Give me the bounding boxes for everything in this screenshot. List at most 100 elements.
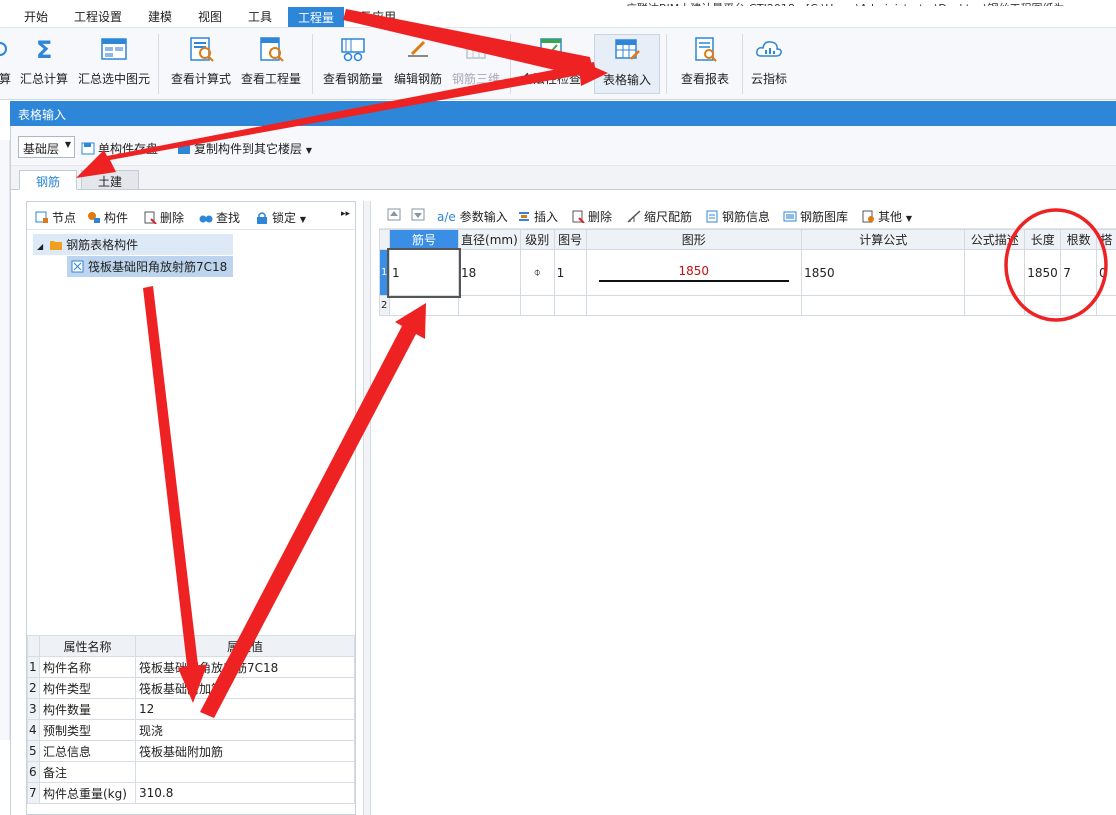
cloud-index-button[interactable]: 云指标 (748, 34, 790, 94)
grid-cell-bar-no[interactable]: 1 (387, 247, 461, 298)
edit-rebar-button[interactable]: 编辑钢筋 (390, 34, 446, 94)
prop-row[interactable]: 7 构件总重量(kg) 310.8 (27, 782, 355, 804)
tree-root[interactable]: ◢ 钢筋表格构件 (33, 234, 233, 255)
grid-row[interactable]: 1 1 18 ⌽ 1 1850 1850 1850 7 0 (379, 247, 1116, 298)
grid-row[interactable]: 2 (379, 295, 1116, 316)
panel-splitter[interactable] (363, 201, 371, 815)
grid-cell-grade[interactable] (519, 295, 555, 316)
prop-row[interactable]: 6 备注 (27, 761, 355, 783)
rebar-info-button[interactable]: 钢筋信息 (705, 208, 770, 225)
grid-cell-desc[interactable] (964, 295, 1026, 316)
prop-value[interactable]: 筏板基础附加筋 (135, 740, 355, 762)
grid-cell-desc[interactable] (964, 249, 1026, 296)
grid-cell-fig-no[interactable] (553, 295, 587, 316)
arrow-up-icon (387, 208, 401, 221)
grid-row-number[interactable]: 1 (379, 249, 390, 296)
insert-row-button[interactable]: 插入 (517, 208, 558, 225)
grid-column-header[interactable]: 公式描述 (964, 229, 1026, 250)
grid-column-header[interactable]: 直径(mm) (458, 229, 521, 250)
grid-column-header[interactable]: 图形 (585, 229, 803, 250)
grid-cell-extra[interactable]: 0 (1096, 249, 1116, 296)
grid-cell-count[interactable] (1060, 295, 1098, 316)
prop-header-value: 属性值 (135, 635, 355, 657)
menu-tab-tools[interactable]: 工具 (248, 8, 272, 25)
report-button[interactable]: 查看报表 (674, 34, 736, 94)
view-rebar-label: 查看钢筋量 (322, 72, 383, 86)
grid-column-header[interactable]: 图号 (553, 229, 587, 250)
grid-column-header[interactable]: 级别 (519, 229, 555, 250)
view-formula-button[interactable]: 查看计算式 (168, 34, 234, 94)
prop-row[interactable]: 2 构件类型 筏板基础附加筋 (27, 677, 355, 699)
table-input-button[interactable]: 表格输入 (594, 34, 660, 94)
scale-rebar-label: 缩尺配筋 (644, 210, 693, 224)
summary-calc-button[interactable]: Σ 汇总计算 (18, 34, 70, 94)
prop-value[interactable]: 筏板基础附加筋 (135, 677, 355, 699)
grid-cell-formula[interactable]: 1850 (801, 249, 966, 296)
prop-row[interactable]: 4 预制类型 现浇 (27, 719, 355, 741)
prop-value[interactable]: 筏板基础阳角放射筋7C18 (135, 656, 355, 678)
copy-to-floor-button[interactable]: 复制构件到其它楼层 ▼ (177, 140, 312, 157)
rebar-library-button[interactable]: 钢筋图库 (783, 208, 848, 225)
grid-cell-extra[interactable] (1096, 295, 1116, 316)
prop-row[interactable]: 1 构件名称 筏板基础阳角放射筋7C18 (27, 656, 355, 678)
menu-tab-view[interactable]: 视图 (198, 8, 222, 25)
tab-rebar[interactable]: 钢筋 (19, 170, 78, 190)
grid-cell-grade[interactable]: ⌽ (519, 249, 555, 296)
prop-row[interactable]: 5 汇总信息 筏板基础附加筋 (27, 740, 355, 762)
other-menu-button[interactable]: 其他 ▼ (861, 208, 912, 225)
grid-row-number[interactable]: 2 (379, 295, 390, 316)
legality-check-button[interactable]: 合法性检查 (518, 34, 584, 94)
grid-cell-count[interactable]: 7 (1060, 249, 1098, 296)
view-rebar-button[interactable]: 查看钢筋量 (320, 34, 386, 94)
grid-cell-dia[interactable] (458, 295, 521, 316)
grid-column-header[interactable]: 筋号 (388, 229, 460, 250)
scale-rebar-button[interactable]: 缩尺配筋 (627, 208, 692, 225)
prop-row[interactable]: 3 构件数量 12 (27, 698, 355, 720)
menu-tab-project-settings[interactable]: 工程设置 (74, 8, 122, 25)
move-down-button[interactable] (411, 208, 428, 222)
move-up-button[interactable] (387, 208, 404, 222)
expand-icon[interactable]: ▸▸ (341, 209, 350, 219)
grid-cell-formula[interactable] (801, 295, 966, 316)
prop-value[interactable] (135, 761, 355, 783)
tree-item-component[interactable]: 筏板基础阳角放射筋7C18 (67, 256, 233, 277)
grid-cell-fig-no[interactable]: 1 (553, 249, 587, 296)
node-button[interactable]: 节点 (35, 209, 76, 226)
grid-column-header[interactable]: 计算公式 (801, 229, 966, 250)
grid-cell-dia[interactable]: 18 (458, 249, 521, 296)
menu-tab-modeling[interactable]: 建模 (148, 8, 172, 25)
rebar-3d-button[interactable]: 钢筋三维 (448, 34, 504, 94)
param-input-button[interactable]: a/e 参数输入 (437, 208, 508, 225)
dialog-title[interactable]: 表格输入 (10, 101, 1116, 126)
save-single-button[interactable]: 单构件存盘 (81, 140, 158, 157)
calc-button[interactable]: 算 (0, 34, 14, 94)
grid-cell-shape[interactable]: 1850 (585, 249, 803, 296)
grid-column-header[interactable]: 根数 (1060, 229, 1098, 250)
prop-name: 构件总重量(kg) (39, 782, 136, 804)
prop-row-index: 2 (27, 677, 40, 699)
delete-row-button[interactable]: 删除 (571, 208, 612, 225)
folder-icon (50, 241, 63, 250)
grid-column-header[interactable]: 长度 (1024, 229, 1062, 250)
grid-cell-shape[interactable] (585, 295, 803, 316)
prop-value[interactable]: 12 (135, 698, 355, 720)
grid-cell-length[interactable] (1024, 295, 1062, 316)
prop-value[interactable]: 310.8 (135, 782, 355, 804)
menu-tab-quantity[interactable]: 工程量 (288, 7, 345, 27)
rebar-3d-icon (466, 40, 486, 59)
tab-civil[interactable]: 土建 (81, 170, 140, 190)
delete-component-button[interactable]: 删除 (143, 209, 184, 226)
delete-label: 删除 (160, 211, 185, 225)
view-quantity-button[interactable]: 查看工程量 (238, 34, 304, 94)
menu-tab-cloud-apps[interactable]: 云应用 (360, 8, 396, 25)
summary-selected-button[interactable]: 汇总选中图元 (76, 34, 152, 94)
grid-cell-bar-no[interactable] (388, 295, 460, 316)
menu-tab-start[interactable]: 开始 (24, 8, 48, 25)
grid-cell-length[interactable]: 1850 (1024, 249, 1062, 296)
find-button[interactable]: 查找 (199, 209, 240, 226)
floor-select[interactable]: 基础层 ▼ (18, 136, 75, 158)
prop-value[interactable]: 现浇 (135, 719, 355, 741)
grid-column-header[interactable]: 搭 (1096, 229, 1116, 250)
lock-button[interactable]: 锁定 ▼ (255, 209, 306, 226)
component-button[interactable]: 构件 (87, 209, 128, 226)
